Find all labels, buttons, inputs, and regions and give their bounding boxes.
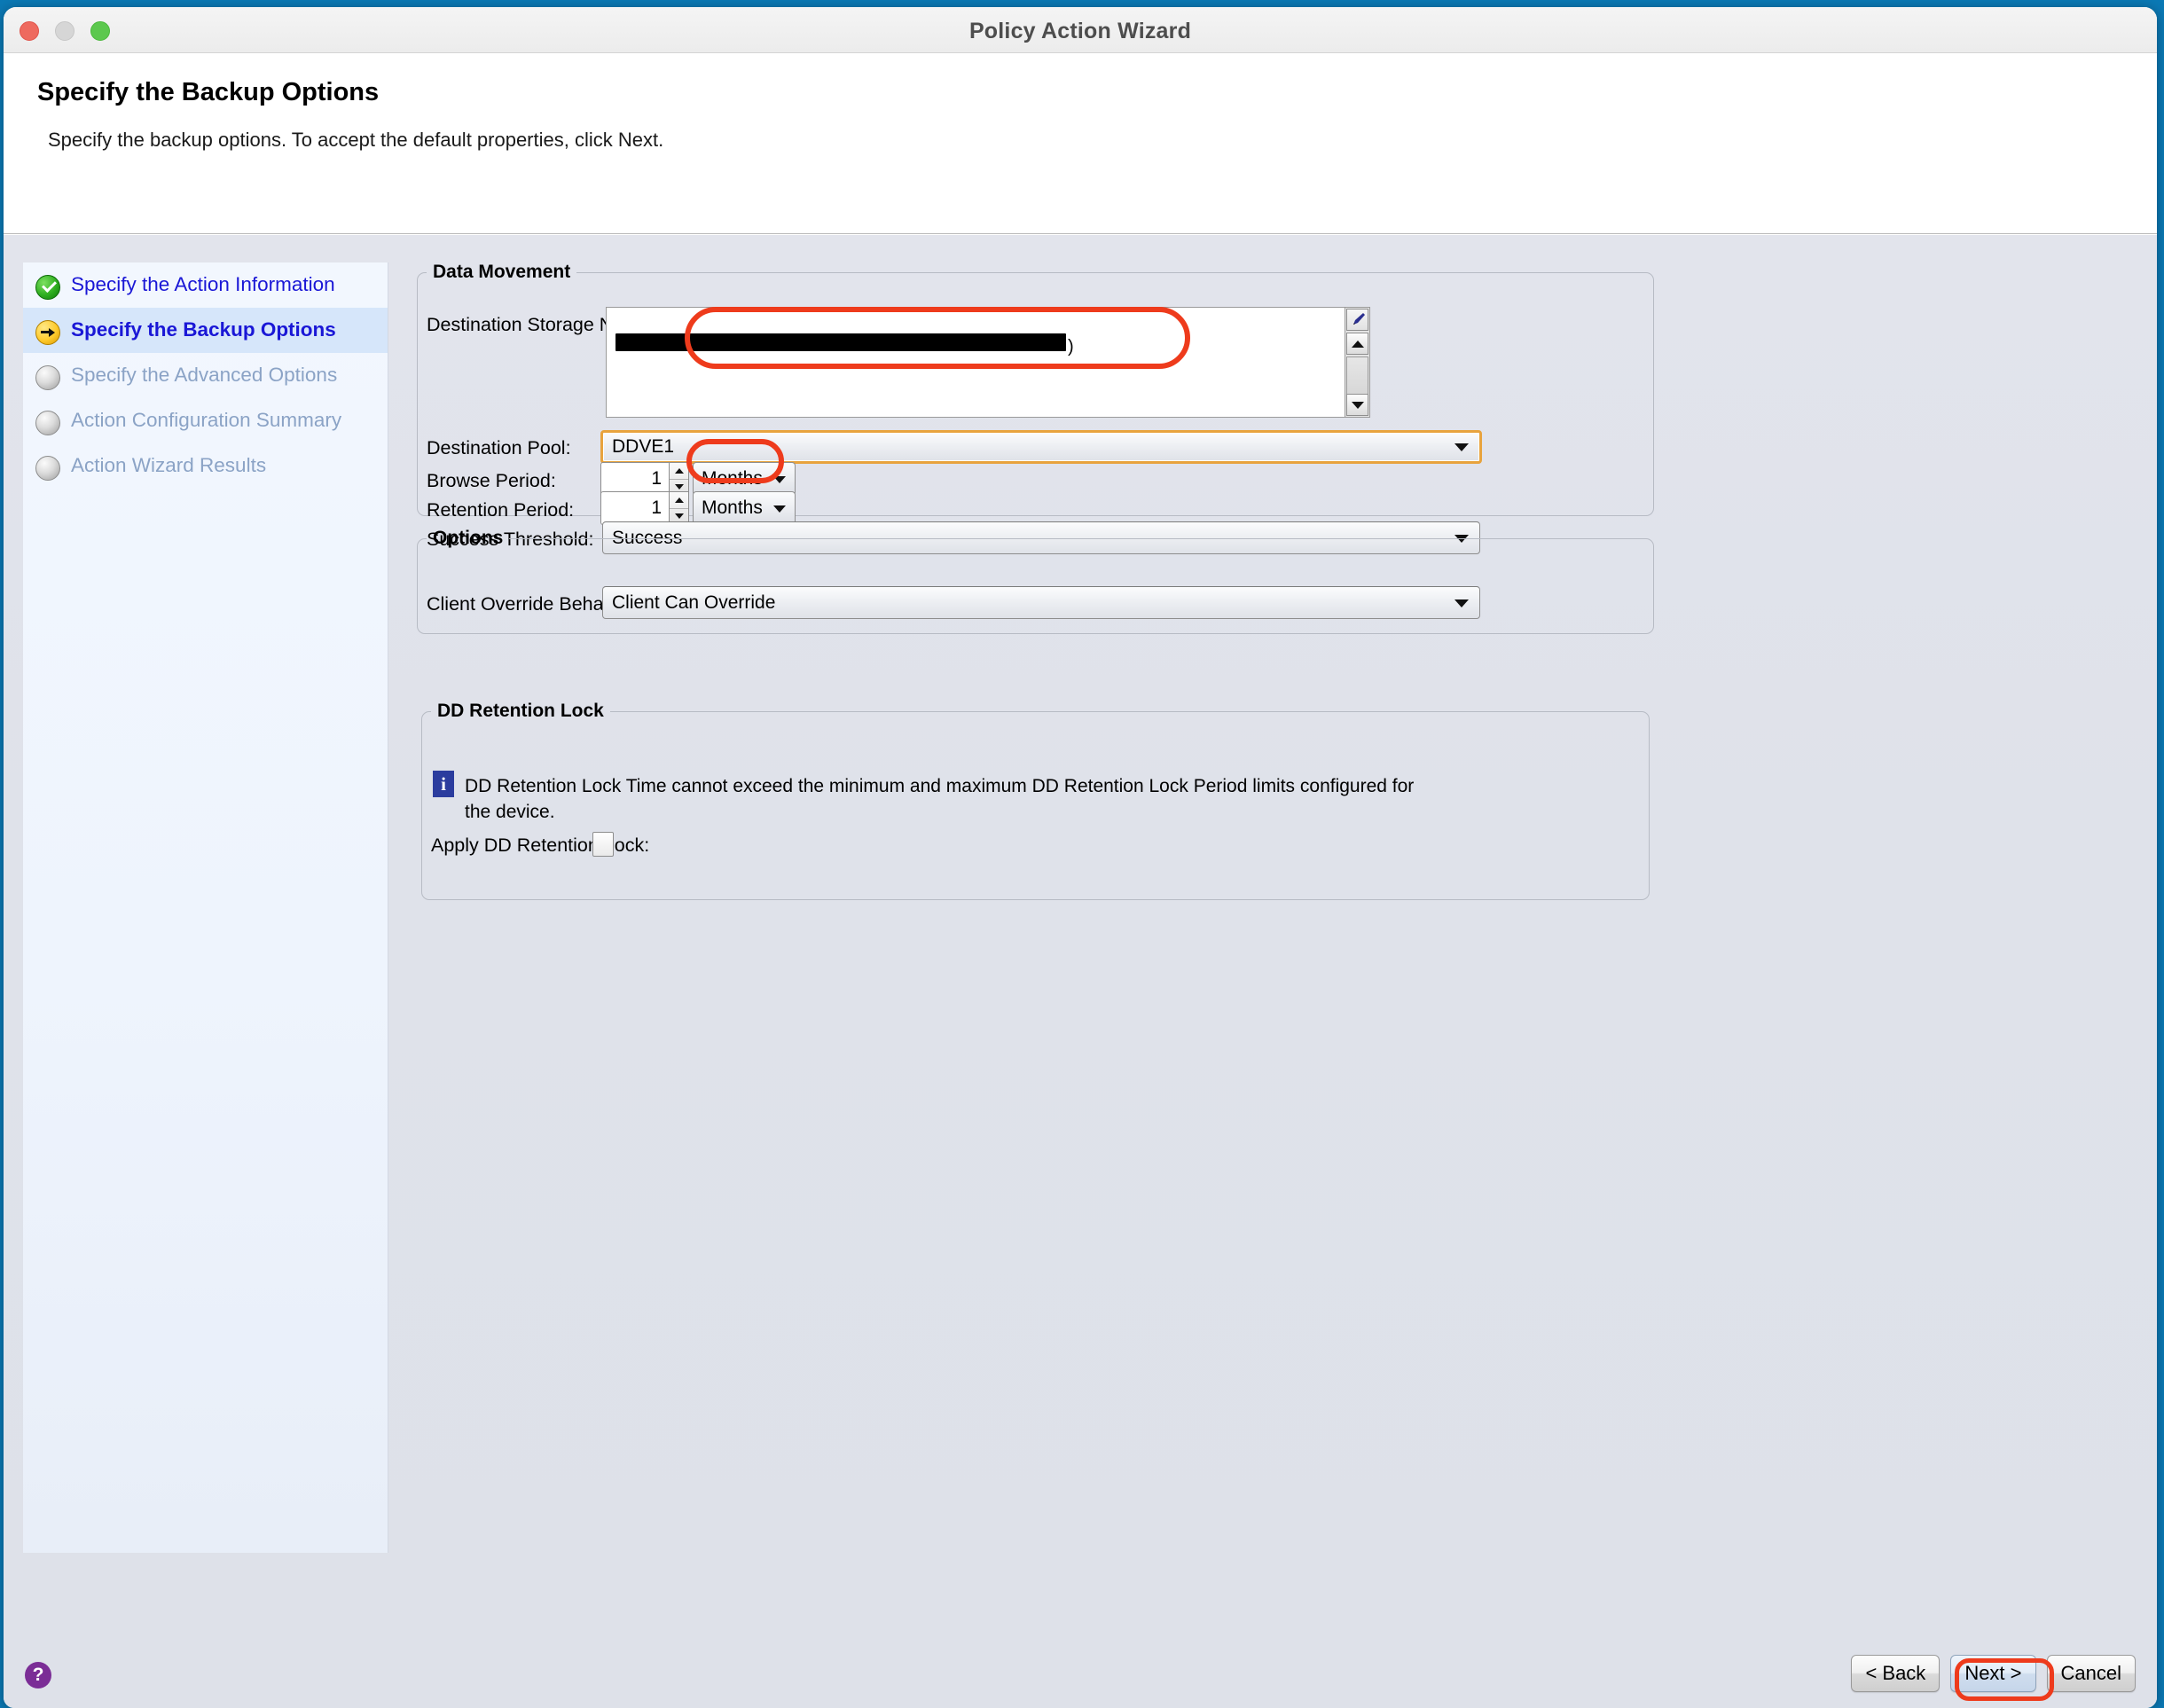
pending-circle-icon — [35, 411, 60, 435]
sidebar-item-label: Specify the Action Information — [71, 273, 335, 295]
triangle-down-icon — [1351, 401, 1364, 409]
redaction-bar — [615, 333, 1066, 351]
data-movement-legend: Data Movement — [433, 262, 571, 282]
scrollbar-thumb[interactable] — [1346, 356, 1368, 398]
page-subtitle: Specify the backup options. To accept th… — [48, 129, 664, 151]
scroll-up-button[interactable] — [1346, 333, 1368, 355]
window-title: Policy Action Wizard — [968, 19, 1192, 43]
destination-pool-label: Destination Pool: — [427, 437, 571, 458]
scroll-down-button[interactable] — [1346, 394, 1368, 416]
dd-retention-lock-group: DD Retention Lock i DD Retention Lock Ti… — [421, 701, 1650, 900]
info-icon: i — [433, 771, 454, 797]
dd-retention-lock-note: DD Retention Lock Time cannot exceed the… — [465, 776, 1415, 822]
wizard-body: Specify the Action Information Specify t… — [4, 235, 2157, 1708]
destination-storage-node-list[interactable]: ) — [606, 307, 1370, 418]
sidebar-item-specify-advanced-options[interactable]: Specify the Advanced Options — [23, 353, 388, 398]
client-override-behavior-value: Client Can Override — [612, 592, 776, 613]
next-button[interactable]: Next > — [1950, 1655, 2036, 1692]
page-header: Specify the Backup Options Specify the b… — [4, 53, 2157, 234]
back-button[interactable]: < Back — [1851, 1655, 1941, 1692]
chevron-down-icon — [1454, 443, 1469, 451]
sidebar-item-label: Action Configuration Summary — [71, 409, 342, 431]
wizard-button-bar: < Back Next > Cancel — [1851, 1655, 2136, 1692]
chevron-down-icon — [773, 505, 786, 513]
client-override-behavior-select[interactable]: Client Can Override — [602, 586, 1480, 619]
title-bar: Policy Action Wizard — [4, 7, 2157, 53]
pending-circle-icon — [35, 365, 60, 390]
edit-pen-icon[interactable] — [1346, 309, 1368, 331]
policy-action-wizard-window: Policy Action Wizard Specify the Backup … — [4, 7, 2157, 1708]
sidebar-item-label: Specify the Backup Options — [71, 318, 336, 341]
destination-storage-node-value: ) — [1068, 337, 1074, 356]
sidebar-item-label: Specify the Advanced Options — [71, 364, 338, 386]
chevron-down-icon — [773, 476, 786, 483]
help-icon[interactable]: ? — [25, 1662, 51, 1688]
retention-period-stepper[interactable]: 1 Months — [600, 491, 796, 525]
retention-period-spin-buttons[interactable] — [670, 491, 689, 525]
cancel-button[interactable]: Cancel — [2046, 1655, 2136, 1692]
retention-period-unit-select[interactable]: Months — [693, 491, 796, 525]
spin-up-button[interactable] — [670, 492, 688, 509]
wizard-main-content: Data Movement Destination Storage Node: … — [412, 235, 2139, 1708]
arrow-circle-icon — [35, 320, 60, 345]
sidebar-item-action-configuration-summary[interactable]: Action Configuration Summary — [23, 398, 388, 443]
sidebar-item-action-wizard-results[interactable]: Action Wizard Results — [23, 443, 388, 489]
dd-retention-lock-legend: DD Retention Lock — [437, 701, 604, 721]
triangle-up-icon — [1351, 340, 1364, 348]
retention-period-label: Retention Period: — [427, 499, 575, 521]
sidebar-item-specify-action-information[interactable]: Specify the Action Information — [23, 262, 388, 308]
vertical-scrollbar[interactable] — [1345, 308, 1369, 417]
options-legend: Options — [433, 528, 504, 548]
retention-period-unit-value: Months — [702, 498, 763, 518]
destination-pool-select[interactable]: DDVE1 — [600, 430, 1482, 464]
spin-up-button[interactable] — [670, 463, 688, 480]
sidebar-item-label: Action Wizard Results — [71, 454, 267, 476]
pen-icon — [1353, 313, 1365, 325]
check-circle-icon — [35, 275, 60, 300]
data-movement-group: Data Movement Destination Storage Node: … — [417, 262, 1654, 554]
apply-dd-retention-lock-label: Apply DD Retention Lock: — [431, 834, 650, 856]
wizard-step-list: Specify the Action Information Specify t… — [23, 262, 388, 1553]
apply-dd-retention-lock-checkbox[interactable] — [592, 832, 614, 857]
chevron-down-icon — [1454, 599, 1469, 607]
page-title: Specify the Backup Options — [37, 78, 380, 106]
destination-pool-value: DDVE1 — [612, 436, 675, 457]
browse-period-unit-value: Months — [702, 468, 763, 489]
pending-circle-icon — [35, 456, 60, 481]
retention-period-input[interactable]: 1 — [600, 491, 670, 525]
browse-period-label: Browse Period: — [427, 470, 556, 491]
sidebar-item-specify-backup-options[interactable]: Specify the Backup Options — [23, 308, 388, 353]
options-group: Options Client Override Behavior: Client… — [417, 528, 1654, 634]
